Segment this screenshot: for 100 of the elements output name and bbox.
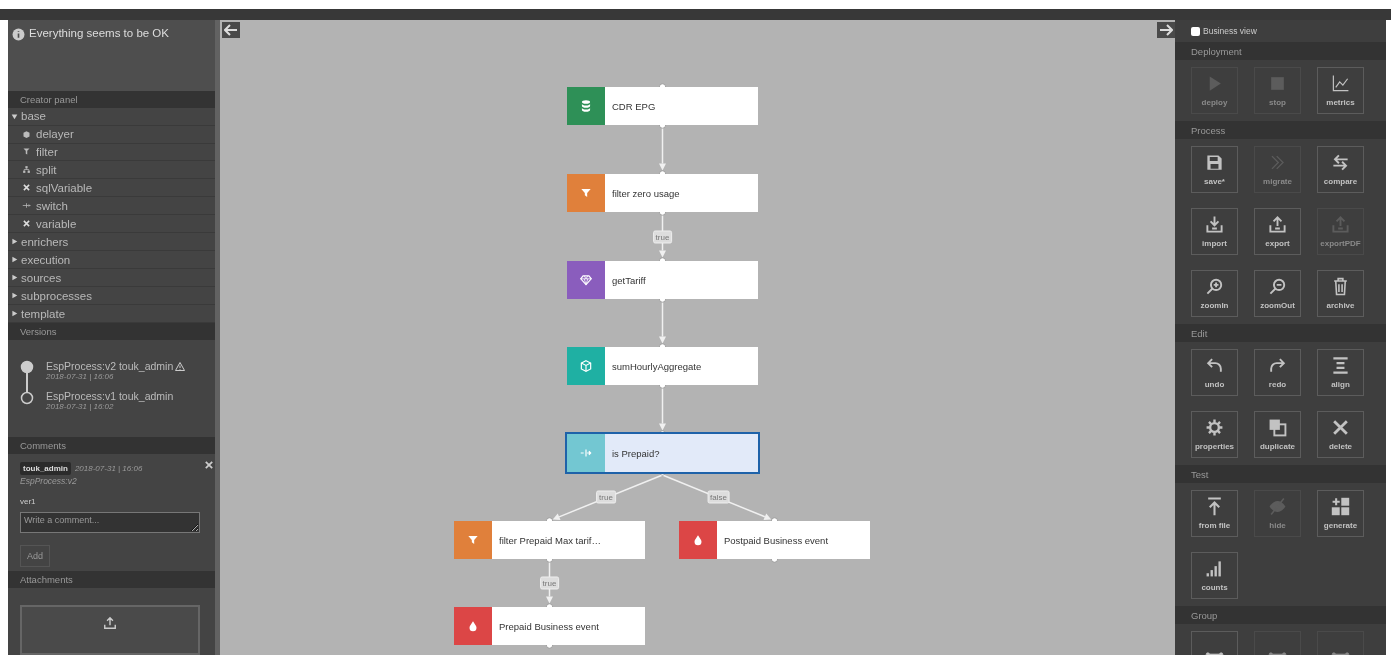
- process-node[interactable]: Prepaid Business event: [454, 607, 645, 645]
- node-label: is Prepaid?: [611, 447, 660, 459]
- edge-label: false: [707, 490, 730, 503]
- redo-icon: [1268, 356, 1287, 375]
- toolbar-button[interactable]: zoomOut: [1254, 270, 1301, 317]
- cube-icon: [579, 359, 593, 373]
- toolbar-button[interactable]: import: [1191, 208, 1238, 255]
- zoom-in-icon: [1205, 277, 1224, 296]
- checkbox-label: Business view: [1203, 26, 1257, 36]
- section-header: Group: [1175, 606, 1386, 624]
- funnel-icon: [579, 186, 593, 200]
- tray-upload-icon: [1268, 215, 1287, 234]
- toolbar-button[interactable]: archive: [1317, 270, 1364, 317]
- tree-group[interactable]: enrichers: [8, 233, 215, 252]
- caret-icon: [11, 112, 18, 120]
- edge-label: true: [539, 576, 560, 590]
- toolbar-button[interactable]: compare: [1317, 146, 1364, 193]
- caret-icon: [11, 292, 18, 300]
- business-view-checkbox[interactable]: [1191, 26, 1200, 36]
- tray-upload-icon: [1331, 215, 1350, 234]
- tree-item[interactable]: filter: [8, 143, 215, 162]
- author-badge: touk_admin: [20, 462, 71, 476]
- process-node[interactable]: filter Prepaid Max tarif…: [454, 521, 645, 559]
- tree-group[interactable]: sources: [8, 269, 215, 288]
- align-icon: [1331, 356, 1350, 375]
- version-name[interactable]: EspProcess:v2 touk_admin: [46, 360, 174, 373]
- close-icon: [1331, 418, 1350, 437]
- toolbar-button[interactable]: from file: [1191, 490, 1238, 537]
- node-label: filter zero usage: [611, 187, 680, 199]
- close-icon[interactable]: [205, 461, 213, 470]
- tree-group[interactable]: subprocesses: [8, 287, 215, 306]
- process-node[interactable]: is Prepaid?: [567, 434, 758, 472]
- trash-icon: [1331, 277, 1350, 296]
- stop-icon: [1268, 74, 1287, 93]
- database-icon: [579, 99, 593, 113]
- toolbar-button[interactable]: zoomIn: [1191, 270, 1238, 317]
- caret-icon: [11, 238, 18, 246]
- tree-item[interactable]: split: [8, 161, 215, 180]
- edge-label: true: [596, 490, 616, 503]
- tree-item[interactable]: sqlVariable: [8, 179, 215, 198]
- node-label: sumHourlyAggregate: [611, 360, 702, 372]
- warning-icon: [175, 361, 186, 371]
- upload-icon: [103, 616, 117, 630]
- tree-group[interactable]: base: [8, 107, 215, 126]
- comment-text: ver1: [20, 497, 37, 507]
- toolbar-button[interactable]: metrics: [1317, 67, 1364, 114]
- toolbar-button[interactable]: duplicate: [1254, 411, 1301, 458]
- caret-icon: [11, 310, 18, 318]
- collapse-right-button[interactable]: [1157, 22, 1175, 38]
- edge-arrow: [659, 127, 666, 171]
- toolbar-button[interactable]: save*: [1191, 146, 1238, 193]
- process-node[interactable]: CDR EPG: [567, 87, 758, 125]
- floppy-icon: [1205, 153, 1224, 172]
- eye-slash-icon: [1268, 497, 1287, 516]
- upload-dropzone[interactable]: [20, 605, 200, 655]
- cube-icon: [22, 129, 31, 139]
- toolbar-button[interactable]: properties: [1191, 411, 1238, 458]
- toolbar-button[interactable]: redo: [1254, 349, 1301, 396]
- section-header: Deployment: [1175, 42, 1386, 60]
- process-node[interactable]: getTariff: [567, 261, 758, 299]
- status-message: Everything seems to be OK: [29, 27, 169, 39]
- toolbar-button[interactable]: align: [1317, 349, 1364, 396]
- funnel-icon: [22, 147, 31, 157]
- comment-date: 2018-07-31 | 16:06: [74, 464, 143, 474]
- version-name[interactable]: EspProcess:v1 touk_admin: [46, 390, 174, 403]
- section-header: Edit: [1175, 324, 1386, 342]
- toolbar-button[interactable]: export: [1254, 208, 1301, 255]
- edge-arrow: [659, 387, 666, 431]
- process-node[interactable]: sumHourlyAggregate: [567, 347, 758, 385]
- section-header: Versions: [8, 323, 215, 341]
- node-label: getTariff: [611, 274, 646, 286]
- toolbar-button[interactable]: counts: [1191, 552, 1238, 599]
- comment-field[interactable]: Write a comment...: [20, 512, 200, 534]
- cross-icon: [22, 183, 31, 193]
- tree-group[interactable]: execution: [8, 251, 215, 270]
- gear-icon: [1205, 418, 1224, 437]
- caret-icon: [11, 256, 18, 264]
- toolbar-button[interactable]: generate: [1317, 490, 1364, 537]
- process-node[interactable]: filter zero usage: [567, 174, 758, 212]
- zoom-out-icon: [1268, 277, 1287, 296]
- version-date: 2018-07-31 | 16:02: [46, 402, 115, 412]
- bars-icon: [1205, 559, 1224, 578]
- comment-version: EspProcess:v2: [20, 476, 78, 487]
- version-date: 2018-07-31 | 16:06: [46, 372, 115, 382]
- line-chart-icon: [1331, 74, 1350, 93]
- info-icon: [12, 28, 25, 41]
- tree-item[interactable]: switch: [8, 197, 215, 216]
- toolbar-button[interactable]: undo: [1191, 349, 1238, 396]
- node-label: Postpaid Business event: [723, 534, 829, 546]
- duplicate-icon: [1268, 418, 1287, 437]
- toolbar-button[interactable]: delete: [1317, 411, 1364, 458]
- cross-icon: [22, 219, 31, 229]
- swap-arrows-icon: [1331, 153, 1350, 172]
- tree-item[interactable]: variable: [8, 215, 215, 234]
- caret-icon: [11, 274, 18, 282]
- process-node[interactable]: Postpaid Business event: [679, 521, 870, 559]
- edge-label: true: [652, 230, 673, 243]
- tree-item[interactable]: delayer: [8, 125, 215, 144]
- collapse-left-button[interactable]: [222, 22, 240, 38]
- undo-icon: [1205, 356, 1224, 375]
